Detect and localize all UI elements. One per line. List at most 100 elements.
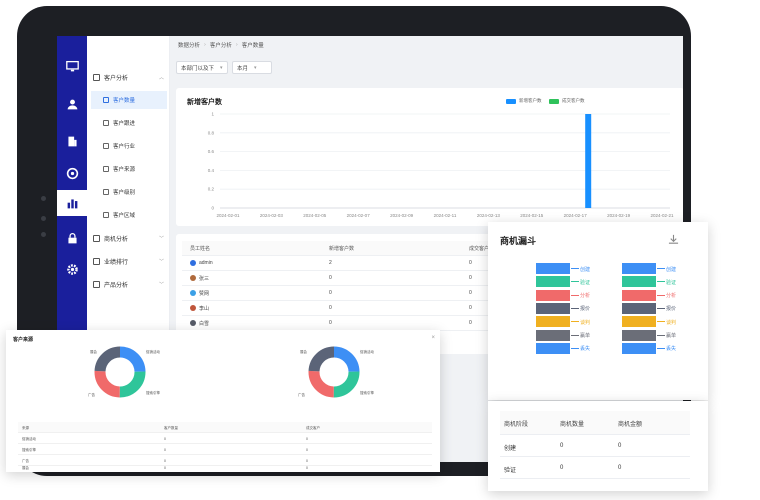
funnel-stage-label: 报价 <box>666 306 677 313</box>
table-row[interactable]: 搜索引擎 0 0 <box>18 444 432 455</box>
funnel-bar[interactable] <box>622 289 656 301</box>
funnel-stage-label: 赢单 <box>580 333 591 339</box>
funnel-bar[interactable] <box>622 276 656 288</box>
business-funnel-card: 商机漏斗 创建 验证 分析 报价 谈判 赢单 丢失 创建 验证 分析 报价 谈判 赢单 丢失 <box>488 222 708 400</box>
funnel-leader-line <box>657 347 665 349</box>
y-tick-label: 1 <box>211 112 214 117</box>
menu-item-customer-source[interactable]: 客户来源 <box>91 160 167 178</box>
x-tick-label: 2024-02-01 <box>216 213 240 218</box>
rank-group-icon <box>93 257 100 265</box>
table-row[interactable]: 促销活动 0 0 <box>18 433 432 444</box>
dept-select[interactable]: 本部门以及下 ▾ <box>176 61 228 74</box>
menu-item-customer-followup[interactable]: 客户跟进 <box>91 114 167 132</box>
region-icon <box>103 212 109 218</box>
chevron-down-icon: ▾ <box>220 64 223 71</box>
funnel-stage-label: 验证 <box>580 279 591 286</box>
funnel-leader-line <box>571 294 579 296</box>
funnel-bar[interactable] <box>536 289 570 301</box>
chart-bar[interactable] <box>585 114 592 208</box>
chevron-down-icon: ﹀ <box>158 259 164 265</box>
bar-chart-icon[interactable] <box>57 190 87 216</box>
funnel-bar[interactable] <box>622 263 656 274</box>
funnel-bar[interactable] <box>622 342 656 354</box>
menu-item-customer-region[interactable]: 客户区域 <box>91 206 167 224</box>
table-row[interactable]: 验证 0 0 <box>500 457 690 479</box>
legend-item-deal[interactable]: 成交客户数 <box>549 98 585 104</box>
product-mockup: 客户分析 ︿ 客户数量 客户跟进 客户行业 客户来源 客户级别 客户区域 商机分… <box>0 0 760 500</box>
funnel-stage-label: 丢失 <box>666 346 677 353</box>
menu-item-customer-level[interactable]: 客户级别 <box>91 183 167 201</box>
download-icon[interactable] <box>668 234 679 245</box>
funnel-leader-line <box>657 307 665 309</box>
legend-item-new[interactable]: 新增客户数 <box>506 98 542 104</box>
breadcrumb-item[interactable]: 客户分析 <box>210 41 232 49</box>
target-icon[interactable] <box>57 160 87 186</box>
source-donut-chart <box>94 346 146 398</box>
funnel-leader-line <box>571 334 579 336</box>
monitor-icon[interactable] <box>57 53 87 79</box>
pie-label: 促销活动 <box>146 350 160 354</box>
legend-swatch <box>549 98 559 104</box>
breadcrumb-separator: › <box>235 42 238 48</box>
camera-dot <box>41 232 46 237</box>
menu-group-business[interactable]: 商机分析 ﹀ <box>87 231 170 245</box>
menu-item-customer-industry[interactable]: 客户行业 <box>91 137 167 155</box>
chart-title: 新增客户数 <box>187 99 222 106</box>
funnel-bar[interactable] <box>536 316 570 328</box>
funnel-stage-label: 赢单 <box>666 333 677 339</box>
breadcrumb-item[interactable]: 数据分析 <box>178 41 200 49</box>
deal-stage-card: 商机阶段 商机数量 商机金额 创建 0 0 验证 0 0 <box>488 401 708 491</box>
funnel-stage-label: 丢失 <box>580 346 591 353</box>
funnel-stage-label: 分析 <box>666 293 677 300</box>
pie-label: 广告 <box>298 393 305 397</box>
funnel-bar[interactable] <box>536 276 570 288</box>
funnel-stage-label: 谈判 <box>666 319 677 326</box>
funnel-bar[interactable] <box>622 329 656 341</box>
close-icon[interactable]: × <box>431 335 435 341</box>
menu-group-customer[interactable]: 客户分析 ︿ <box>87 70 170 84</box>
y-tick-label: 0 <box>211 206 214 211</box>
funnel-leader-line <box>657 321 665 323</box>
funnel-title: 商机漏斗 <box>500 236 537 246</box>
funnel-bar[interactable] <box>622 302 656 314</box>
x-tick-label: 2024-02-03 <box>260 213 284 218</box>
funnel-bar[interactable] <box>622 316 656 328</box>
gear-icon[interactable] <box>57 256 87 282</box>
product-group-icon <box>93 280 100 288</box>
funnel-stage-label: 分析 <box>580 293 591 300</box>
funnel-leader-line <box>571 347 579 349</box>
source-icon <box>103 166 109 172</box>
y-tick-label: 0.8 <box>208 130 215 135</box>
x-tick-label: 2024-02-11 <box>434 213 457 218</box>
pie-label: 展会 <box>90 350 97 354</box>
x-tick-label: 2024-02-15 <box>520 213 544 218</box>
users-icon[interactable] <box>57 91 87 117</box>
chevron-down-icon: ﹀ <box>158 282 164 288</box>
avatar <box>190 305 196 311</box>
x-tick-label: 2024-02-21 <box>650 213 674 218</box>
menu-group-product[interactable]: 产品分析 ﹀ <box>87 277 170 291</box>
funnel-bar[interactable] <box>536 342 570 354</box>
pie-label: 搜索引擎 <box>360 391 374 395</box>
lock-icon[interactable] <box>57 225 87 251</box>
menu-group-rank[interactable]: 业绩排行 ﹀ <box>87 254 170 268</box>
avatar <box>190 260 196 266</box>
camera-dot <box>41 216 46 221</box>
chevron-down-icon: ▾ <box>254 64 257 71</box>
legend-swatch <box>506 98 516 104</box>
avatar <box>190 275 196 281</box>
funnel-bar[interactable] <box>536 329 570 341</box>
customer-source-card: 客户来源 × 展会 促销活动 广告 搜索引擎 展会 促销活动 广告 搜索引擎 来… <box>6 330 440 472</box>
funnel-bar[interactable] <box>536 302 570 314</box>
funnel-bar[interactable] <box>536 263 570 274</box>
table-row[interactable]: 创建 0 0 <box>500 435 690 457</box>
menu-item-customer-count[interactable]: 客户数量 <box>91 91 167 109</box>
funnel-leader-line <box>657 268 665 269</box>
period-select[interactable]: 本月 ▾ <box>232 61 272 74</box>
table-row[interactable]: 展会 0 0 <box>18 462 432 473</box>
x-tick-label: 2024-02-09 <box>390 213 414 218</box>
funnel-stage-label: 创建 <box>580 266 591 273</box>
building-icon[interactable] <box>57 128 87 154</box>
pie-label: 促销活动 <box>360 350 374 354</box>
deal-source-donut-chart <box>308 346 360 398</box>
